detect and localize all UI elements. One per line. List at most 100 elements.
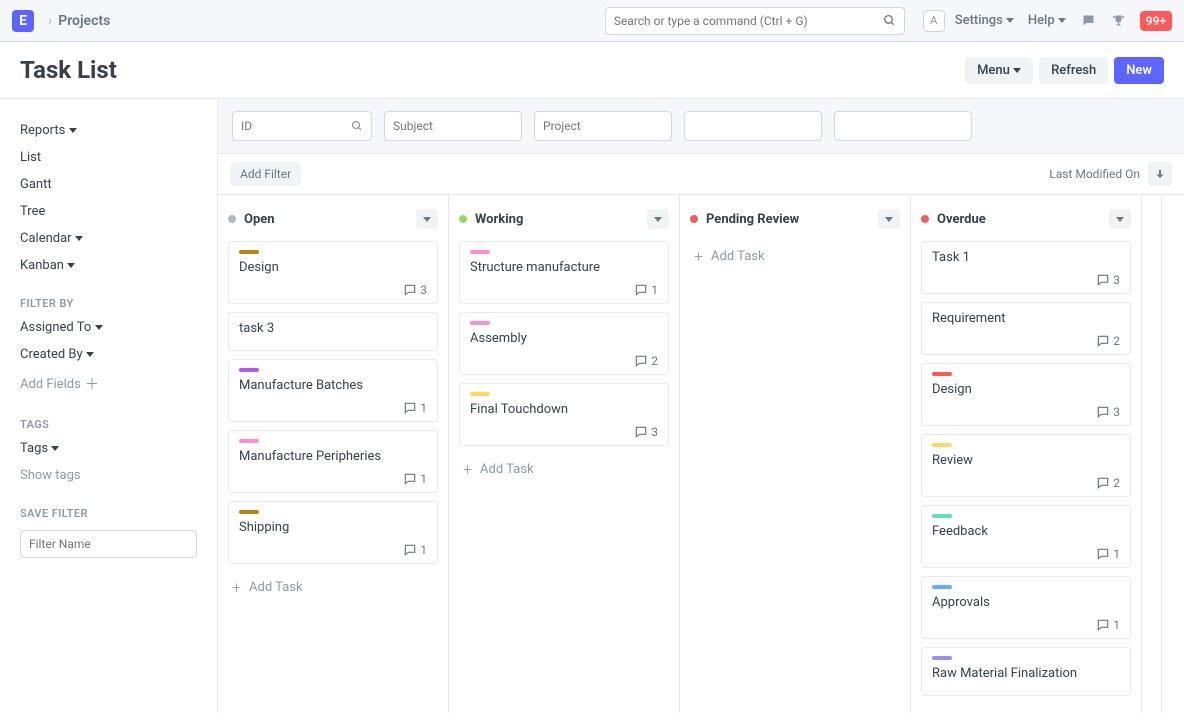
sidebar-view-kanban[interactable]: Kanban bbox=[20, 252, 197, 279]
task-card[interactable]: Design3 bbox=[228, 241, 438, 304]
add-task-button[interactable]: +Add Task bbox=[690, 241, 900, 272]
filter-id[interactable] bbox=[232, 111, 372, 141]
priority-tag bbox=[932, 372, 952, 376]
add-filter-button[interactable]: Add Filter bbox=[230, 162, 301, 186]
global-search[interactable] bbox=[605, 7, 905, 35]
task-card[interactable]: Assembly 2 bbox=[459, 312, 669, 375]
priority-tag bbox=[470, 321, 490, 325]
task-card[interactable]: Manufacture Peripheries1 bbox=[228, 430, 438, 493]
column-title: Pending Review bbox=[706, 212, 878, 227]
trophy-icon[interactable] bbox=[1110, 12, 1128, 30]
task-card[interactable]: Approvals1 bbox=[921, 576, 1131, 639]
column-menu-button[interactable] bbox=[647, 209, 669, 229]
card-footer: 1 bbox=[239, 543, 427, 557]
new-button[interactable]: New bbox=[1114, 57, 1164, 84]
task-card[interactable]: Task 13 bbox=[921, 241, 1131, 294]
comment-icon bbox=[403, 543, 417, 557]
breadcrumb[interactable]: Projects bbox=[58, 13, 110, 29]
chevron-right-icon: › bbox=[48, 13, 52, 29]
filter-extra-2[interactable] bbox=[834, 111, 972, 141]
column-title: Overdue bbox=[937, 212, 1109, 227]
show-tags-button[interactable]: Show tags bbox=[20, 462, 197, 489]
priority-tag bbox=[932, 585, 952, 589]
refresh-button[interactable]: Refresh bbox=[1039, 57, 1108, 84]
priority-tag bbox=[239, 439, 259, 443]
card-footer: 2 bbox=[932, 334, 1120, 348]
task-card[interactable]: Review2 bbox=[921, 434, 1131, 497]
card-title: Assembly bbox=[470, 331, 658, 346]
comment-count: 2 bbox=[651, 354, 658, 368]
task-card[interactable]: Manufacture Batches1 bbox=[228, 359, 438, 422]
kanban-column: Overdue Task 13 Requirement2 Design3 Review2… bbox=[911, 195, 1142, 713]
sidebar-view-list[interactable]: List bbox=[20, 144, 197, 171]
filter-name-input[interactable] bbox=[20, 530, 197, 558]
task-card[interactable]: Design3 bbox=[921, 363, 1131, 426]
filter-id-input[interactable] bbox=[241, 119, 351, 133]
filter-extra-1[interactable] bbox=[684, 111, 822, 141]
column-menu-button[interactable] bbox=[416, 209, 438, 229]
app-logo[interactable]: E bbox=[12, 10, 34, 32]
priority-tag bbox=[239, 368, 259, 372]
task-card[interactable]: Requirement2 bbox=[921, 302, 1131, 355]
add-fields-button[interactable]: Add Fields＋ bbox=[20, 368, 197, 400]
filter-project[interactable] bbox=[534, 111, 672, 141]
kanban-column: Pending Review +Add Task bbox=[680, 195, 911, 713]
sort-direction-button[interactable] bbox=[1148, 162, 1172, 186]
card-title: Manufacture Batches bbox=[239, 378, 427, 393]
filter-extra-1-input[interactable] bbox=[693, 119, 813, 133]
card-footer: 1 bbox=[932, 618, 1120, 632]
filter-created-by[interactable]: Created By bbox=[20, 341, 197, 368]
sidebar-view-calendar[interactable]: Calendar bbox=[20, 225, 197, 252]
task-card[interactable]: Final Touchdown3 bbox=[459, 383, 669, 446]
filter-assigned-to[interactable]: Assigned To bbox=[20, 314, 197, 341]
settings-menu[interactable]: Settings bbox=[955, 13, 1014, 28]
column-header: Open bbox=[228, 209, 438, 229]
card-title: Shipping bbox=[239, 520, 427, 535]
help-menu[interactable]: Help bbox=[1028, 13, 1066, 28]
column-title: Open bbox=[244, 212, 416, 227]
add-task-button[interactable]: +Add Task bbox=[459, 454, 669, 485]
sidebar-view-tree[interactable]: Tree bbox=[20, 198, 197, 225]
column-menu-button[interactable] bbox=[878, 209, 900, 229]
comment-icon bbox=[1096, 405, 1110, 419]
comment-count: 1 bbox=[651, 283, 658, 297]
search-input[interactable] bbox=[614, 14, 883, 28]
avatar[interactable]: A bbox=[923, 10, 945, 32]
priority-tag bbox=[932, 514, 952, 518]
filter-extra-2-input[interactable] bbox=[843, 119, 963, 133]
sidebar-view-gantt[interactable]: Gantt bbox=[20, 171, 197, 198]
task-card[interactable]: task 3 bbox=[228, 312, 438, 351]
column-header: Overdue bbox=[921, 209, 1131, 229]
comment-icon bbox=[403, 283, 417, 297]
priority-tag bbox=[932, 443, 952, 447]
add-task-button[interactable]: +Add Task bbox=[228, 572, 438, 603]
add-task-label: Add Task bbox=[711, 249, 765, 264]
task-card[interactable]: Raw Material Finalization bbox=[921, 647, 1131, 696]
filter-project-input[interactable] bbox=[543, 119, 663, 133]
column-menu-button[interactable] bbox=[1109, 209, 1131, 229]
comment-icon bbox=[634, 283, 648, 297]
status-dot-icon bbox=[690, 215, 698, 223]
toolbar-row: Add Filter Last Modified On bbox=[218, 154, 1184, 195]
menu-button[interactable]: Menu bbox=[965, 57, 1033, 84]
card-footer: 2 bbox=[470, 354, 658, 368]
main-content: Add Filter Last Modified On Open Design3 t… bbox=[218, 99, 1184, 713]
chat-icon[interactable] bbox=[1080, 12, 1098, 30]
comment-icon bbox=[634, 354, 648, 368]
card-title: Feedback bbox=[932, 524, 1120, 539]
task-card[interactable]: Shipping 1 bbox=[228, 501, 438, 564]
card-footer: 3 bbox=[239, 283, 427, 297]
task-card[interactable]: Feedback 1 bbox=[921, 505, 1131, 568]
caret-down-icon bbox=[654, 217, 662, 222]
task-card[interactable]: Structure manufacture1 bbox=[459, 241, 669, 304]
card-footer: 1 bbox=[932, 547, 1120, 561]
sidebar-reports[interactable]: Reports bbox=[20, 117, 197, 144]
tags-dropdown[interactable]: Tags bbox=[20, 435, 197, 462]
filter-by-label: FILTER BY bbox=[20, 297, 197, 310]
comment-icon bbox=[1096, 618, 1110, 632]
filter-subject-input[interactable] bbox=[393, 119, 513, 133]
filter-subject[interactable] bbox=[384, 111, 522, 141]
caret-down-icon bbox=[86, 352, 94, 357]
sort-label[interactable]: Last Modified On bbox=[1049, 167, 1140, 181]
notification-badge[interactable]: 99+ bbox=[1140, 11, 1172, 31]
